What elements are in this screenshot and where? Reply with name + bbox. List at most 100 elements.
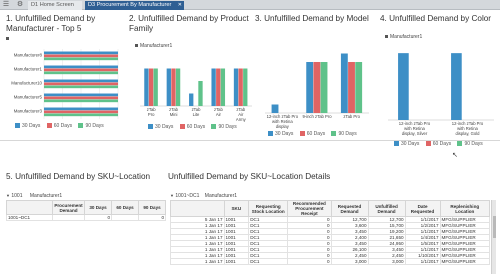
bar xyxy=(340,53,348,113)
table-cell xyxy=(52,214,85,221)
detail-col-header: Requesting Stock Location xyxy=(248,200,289,217)
table-cell: 1001 xyxy=(223,258,250,265)
category-label: display, Gold xyxy=(456,131,481,136)
expand-arrow-icon[interactable]: ▼ xyxy=(170,193,174,198)
detail-col-header: Recommended Procurement Receipt xyxy=(287,200,332,217)
bar xyxy=(153,68,158,106)
category-label: Lite xyxy=(193,112,200,117)
table-row[interactable]: 1001~DC1 0 0 xyxy=(6,214,166,221)
panel6-filter[interactable]: ▼ 1001~DC1 Manufacturer1 xyxy=(170,193,237,199)
legend-label: 60 Days xyxy=(186,124,206,130)
legend-label: 30 Days xyxy=(275,131,294,137)
bar xyxy=(306,62,314,113)
chart4-legend: 30 Days 60 Days 90 Days xyxy=(394,141,488,147)
category-label: Air xyxy=(216,112,222,117)
bar xyxy=(166,68,171,106)
bar xyxy=(271,104,279,113)
swatch-icon xyxy=(148,124,153,130)
legend-90-days: 90 Days xyxy=(331,131,357,137)
swatch-icon xyxy=(268,131,273,137)
table-row[interactable]: 1 Jan 17 1001 DC1 0 3,000 3,000 1/1/2017 MFG/SU… xyxy=(170,258,491,265)
panel6-title: Unfulfilled Demand by SKU~Location Detai… xyxy=(168,172,331,181)
detail-col-header: Date Requested xyxy=(404,200,441,217)
legend-label: 30 Days xyxy=(155,124,174,130)
bar xyxy=(44,68,118,72)
sku-col-header: 60 Days xyxy=(111,200,139,215)
bar xyxy=(189,93,194,106)
table-cell: MFG/SUPPLIER xyxy=(439,258,491,265)
detail-col-header: SKU xyxy=(223,200,250,217)
bar xyxy=(233,68,239,106)
legend-30-days: 30 Days xyxy=(15,123,40,129)
bar xyxy=(451,53,462,121)
sku-col-header: Procurement Demand xyxy=(52,200,85,215)
bar xyxy=(44,96,118,100)
table-cell: 0 xyxy=(138,214,166,221)
panel5-filter[interactable]: ▼ 1001 Manufacturer1 xyxy=(6,193,62,199)
table-cell: 0 xyxy=(287,258,332,265)
swatch-icon xyxy=(425,141,431,147)
legend-90-days: 90 Days xyxy=(457,141,483,147)
bar xyxy=(144,68,149,106)
category-label: Manufacturer5 xyxy=(14,95,43,100)
swatch-icon xyxy=(78,123,84,129)
legend-label: 60 Days xyxy=(432,141,452,147)
panel6-filter-mfr: Manufacturer1 xyxy=(204,193,238,199)
charts-canvas: Manufacturer8 Manufacturer1 Manufacturer10… xyxy=(11,49,494,136)
chart-model: 12-inch zTab Prowith Retinadisplay9-inch… xyxy=(265,53,369,129)
table-cell xyxy=(111,214,139,221)
legend-label: 60 Days xyxy=(306,131,326,137)
detail-table-scrollbar[interactable] xyxy=(491,200,496,274)
bar xyxy=(175,68,181,106)
panel5-title: 5. Unfulfilled Demand by SKU~Location xyxy=(6,172,151,181)
bar xyxy=(44,71,118,75)
swatch-icon xyxy=(15,123,20,129)
chart-product-family: zTabProzTabMinizTabLitezTabAirzTabAirArm… xyxy=(140,68,252,122)
bar xyxy=(320,62,328,113)
category-label: zTab Pro xyxy=(343,114,360,119)
bar xyxy=(216,68,221,106)
legend-label: 90 Days xyxy=(338,131,357,137)
legend-label: 30 Days xyxy=(401,141,420,147)
panel5-filter-mfr: Manufacturer1 xyxy=(29,193,63,199)
table-cell: 1 Jan 17 xyxy=(170,258,225,265)
category-label: Manufacturer10 xyxy=(11,81,42,86)
table-cell: 3,000 xyxy=(330,258,369,265)
table-cell: 1001~DC1 xyxy=(6,214,53,221)
bar xyxy=(313,62,321,113)
sku-table: Procurement Demand 30 Days 60 Days 90 Da… xyxy=(6,200,166,221)
swatch-icon xyxy=(299,131,305,137)
legend-label: 30 Days xyxy=(22,123,41,129)
detail-col-header: Unfulfilled Demand xyxy=(367,200,406,217)
mouse-cursor-icon: ↖ xyxy=(452,152,458,159)
bar xyxy=(243,68,248,106)
bar xyxy=(44,113,118,117)
bar xyxy=(220,68,226,106)
bar xyxy=(398,53,409,121)
legend-60-days: 60 Days xyxy=(425,141,452,147)
swatch-icon xyxy=(394,141,399,147)
bar xyxy=(44,110,118,114)
bar xyxy=(44,99,118,103)
bar xyxy=(355,62,363,113)
bar xyxy=(348,62,355,113)
category-label: Manufacturer1 xyxy=(14,67,43,72)
panel5-filter-sku: 1001 xyxy=(11,193,23,199)
legend-60-days: 60 Days xyxy=(179,124,206,130)
legend-30-days: 30 Days xyxy=(148,124,173,130)
chart-manufacturer-top5: Manufacturer8 Manufacturer1 Manufacturer10… xyxy=(11,49,119,119)
panel6-filter-sku: 1001~DC1 xyxy=(175,193,200,199)
bar xyxy=(148,68,154,106)
category-label: Pro xyxy=(148,112,155,117)
table-cell: 3,000 xyxy=(367,258,406,265)
legend-label: 90 Days xyxy=(218,124,237,130)
sku-col-header: 30 Days xyxy=(84,200,112,215)
bar xyxy=(44,65,118,69)
legend-60-days: 60 Days xyxy=(46,123,72,129)
scrollbar-thumb[interactable] xyxy=(493,216,496,238)
swatch-icon xyxy=(179,124,185,130)
bar xyxy=(211,68,216,106)
legend-30-days: 30 Days xyxy=(268,131,293,137)
expand-arrow-icon[interactable]: ▼ xyxy=(6,193,10,198)
category-label: display, Silver xyxy=(402,131,428,136)
